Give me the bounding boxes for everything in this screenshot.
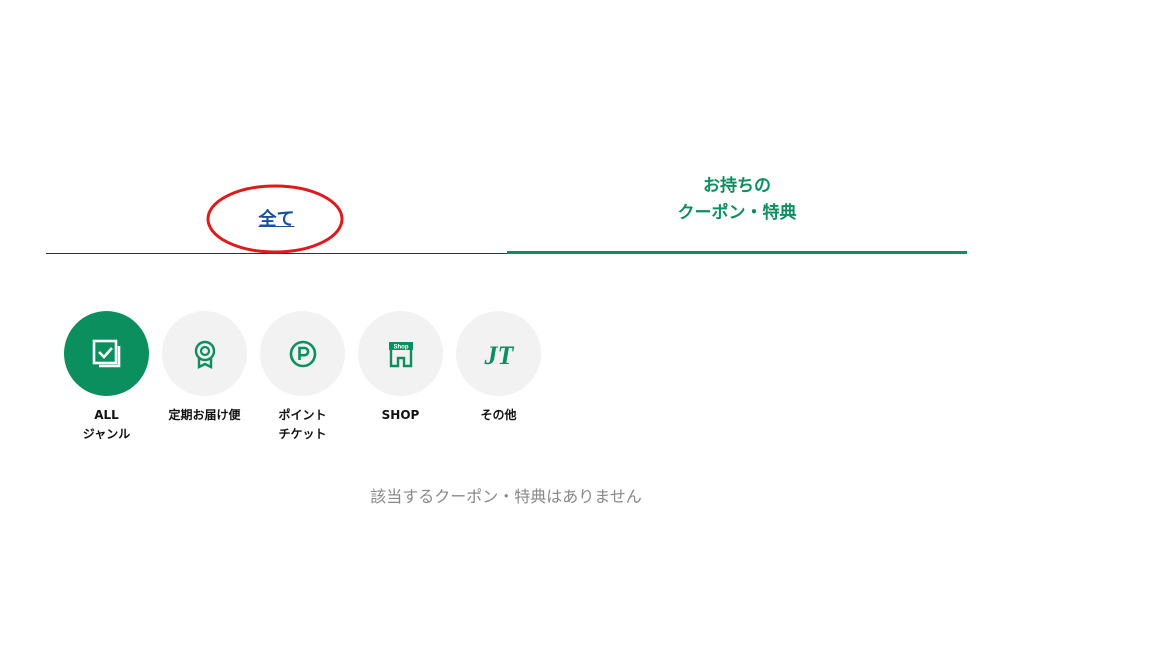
genre-other-circle[interactable]: JT	[456, 311, 541, 396]
genre-subscription-circle[interactable]	[162, 311, 247, 396]
shop-storefront-icon: Shop	[388, 341, 413, 367]
coupon-page: 全て お持ちの クーポン・特典 ALL ジャンル 定期お届け便 ポイント チケッ…	[0, 0, 1152, 648]
genre-other-label: その他	[480, 406, 516, 425]
tab-owned-coupons[interactable]: お持ちの クーポン・特典	[507, 170, 967, 254]
genre-shop-label-line1: SHOP	[381, 408, 420, 422]
coupon-tabs: 全て お持ちの クーポン・特典	[46, 170, 967, 254]
jt-logo-icon: JT	[483, 341, 514, 369]
genre-all-label: ALL ジャンル	[83, 406, 130, 444]
checkbox-stack-icon	[92, 339, 120, 367]
genre-shop-label: SHOP	[382, 406, 420, 425]
genre-shop-circle[interactable]: Shop	[358, 311, 443, 396]
tab-owned-label-line1: お持ちの	[703, 175, 771, 196]
genre-all-circle[interactable]	[64, 311, 149, 396]
genre-all-label-line2: ジャンル	[82, 427, 131, 441]
empty-message: 該当するクーポン・特典はありません	[370, 487, 642, 506]
genre-all-label-line1: ALL	[94, 408, 119, 422]
tab-all-label: 全て	[258, 209, 295, 230]
genre-point-ticket-circle[interactable]	[260, 311, 345, 396]
genre-point-ticket[interactable]: ポイント チケット	[260, 311, 345, 444]
jt-logo-text: JT	[483, 341, 514, 369]
genre-other-label-line1: その他	[480, 408, 517, 422]
genre-subscription[interactable]: 定期お届け便	[162, 311, 247, 444]
genre-subscription-label-line1: 定期お届け便	[168, 408, 241, 422]
genre-other[interactable]: JT その他	[456, 311, 541, 444]
shop-icon-text: Shop	[393, 344, 408, 350]
genre-point-ticket-label-line1: ポイント	[278, 408, 327, 422]
genre-point-ticket-label: ポイント チケット	[278, 406, 326, 444]
genre-point-ticket-label-line2: チケット	[278, 427, 327, 441]
genre-subscription-label: 定期お届け便	[168, 406, 240, 425]
genre-all[interactable]: ALL ジャンル	[64, 311, 149, 444]
award-ribbon-icon	[194, 340, 215, 369]
genre-filter-list: ALL ジャンル 定期お届け便 ポイント チケット Shop SHOP JT そ…	[64, 311, 554, 444]
point-p-icon	[289, 340, 316, 367]
tab-owned-label-line2: クーポン・特典	[677, 202, 797, 223]
genre-shop[interactable]: Shop SHOP	[358, 311, 443, 444]
tab-all[interactable]: 全て	[46, 170, 507, 254]
